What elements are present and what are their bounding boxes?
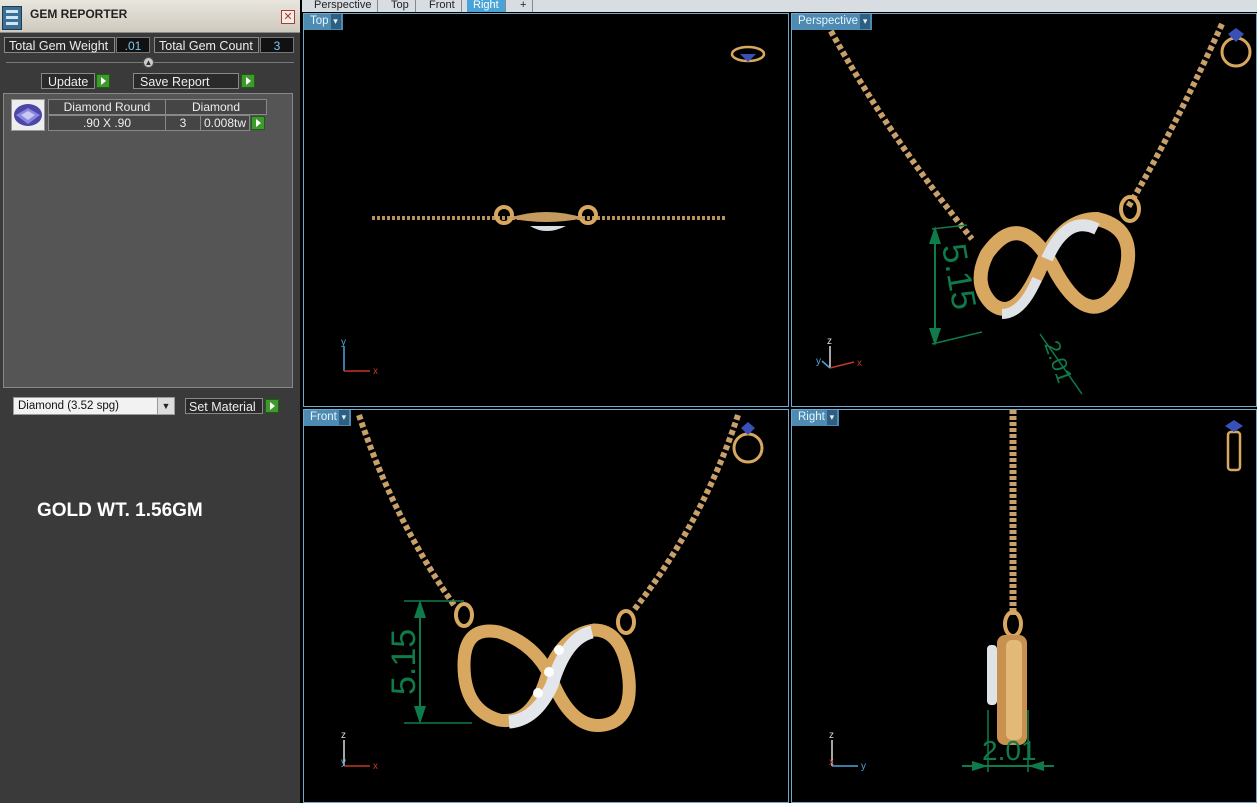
tab-top[interactable]: Top: [385, 0, 416, 12]
right-view-render: 2.01 z y x: [829, 410, 1243, 772]
top-view-render: y x: [341, 45, 766, 377]
gem-row-go-icon[interactable]: [251, 116, 265, 130]
gem-reporter-panel: GEM REPORTER ✕ Total Gem Weight .01 Tota…: [0, 0, 300, 803]
svg-text:y: y: [341, 757, 346, 768]
save-report-button[interactable]: Save Report: [133, 73, 239, 89]
viewport-perspective-label[interactable]: Perspective: [792, 14, 873, 30]
svg-text:z: z: [827, 336, 832, 347]
update-go-icon[interactable]: [96, 74, 110, 88]
svg-text:5.15: 5.15: [385, 629, 423, 695]
ring-thumbnail-icon: [730, 45, 766, 63]
svg-text:x: x: [373, 366, 378, 377]
set-material-button[interactable]: Set Material: [185, 398, 263, 414]
save-report-go-icon[interactable]: [241, 74, 255, 88]
pendant-side-thumbnail-icon: [1225, 420, 1243, 472]
tab-front[interactable]: Front: [423, 0, 462, 12]
total-gem-weight-value: .01: [116, 37, 150, 53]
set-material-go-icon[interactable]: [265, 399, 279, 413]
update-button[interactable]: Update: [41, 73, 95, 89]
gem-list: Diamond Round Diamond .90 X .90 3 0.008t…: [3, 93, 293, 388]
viewport-perspective[interactable]: 5.15 2.01 z x y Perspective: [791, 13, 1257, 407]
chevron-down-icon[interactable]: ▼: [157, 398, 174, 414]
svg-text:y: y: [341, 337, 346, 348]
svg-text:z: z: [829, 730, 834, 741]
dimension-depth-perspective: 2.01: [1039, 333, 1083, 395]
gold-weight-note: GOLD WT. 1.56GM: [37, 500, 203, 521]
view-tab-bar: Perspective Top Front Right +: [302, 0, 1257, 12]
gem-reporter-app-icon: [2, 6, 22, 30]
total-gem-weight-label: Total Gem Weight: [4, 37, 115, 53]
svg-text:2.01: 2.01: [982, 735, 1037, 766]
viewport-right[interactable]: 2.01 z y x Right: [791, 409, 1257, 803]
total-gem-count-value: 3: [260, 37, 294, 53]
perspective-view-render: 5.15 2.01 z x y: [816, 22, 1252, 395]
tab-right[interactable]: Right: [467, 0, 506, 12]
ring-thumbnail-icon: [732, 422, 764, 464]
viewport-top[interactable]: y x Top: [303, 13, 789, 407]
viewport-front[interactable]: 5.15 z x y Front: [303, 409, 789, 803]
svg-text:y: y: [816, 356, 821, 367]
svg-text:z: z: [341, 730, 346, 741]
dimension-height-perspective: 5.15: [929, 224, 983, 346]
round-diamond-icon: [11, 99, 45, 131]
viewport-front-label[interactable]: Front: [304, 410, 351, 426]
svg-text:x: x: [829, 757, 834, 768]
axis-gizmo-right: z y x: [829, 730, 866, 772]
front-view-render: 5.15 z x y: [341, 414, 764, 772]
material-select-value: Diamond (3.52 spg): [18, 400, 119, 412]
svg-text:y: y: [861, 761, 866, 772]
collapse-handle-icon[interactable]: ▲: [143, 57, 154, 68]
svg-text:5.15: 5.15: [934, 241, 983, 313]
svg-text:x: x: [373, 761, 378, 772]
material-select[interactable]: Diamond (3.52 spg) ▼: [13, 397, 175, 415]
svg-text:x: x: [857, 358, 862, 369]
viewport-right-label[interactable]: Right: [792, 410, 839, 426]
axis-gizmo-perspective: z x y: [816, 336, 862, 369]
tab-perspective[interactable]: Perspective: [308, 0, 379, 12]
gem-weight-cell: 0.008tw: [200, 115, 250, 131]
ring-thumbnail-icon: [1220, 28, 1252, 68]
axis-gizmo-top: y x: [341, 337, 378, 377]
panel-title: GEM REPORTER: [30, 7, 128, 21]
panel-titlebar: GEM REPORTER ✕: [0, 0, 300, 33]
axis-gizmo-front: z x y: [341, 730, 378, 772]
gem-size-cell: .90 X .90: [48, 115, 166, 131]
add-view-tab[interactable]: +: [514, 0, 534, 12]
gem-count-cell: 3: [165, 115, 201, 131]
gem-shape-cell: Diamond Round: [48, 99, 166, 115]
close-icon[interactable]: ✕: [281, 10, 295, 24]
gem-material-cell: Diamond: [165, 99, 267, 115]
total-gem-count-label: Total Gem Count: [154, 37, 259, 53]
svg-text:2.01: 2.01: [1039, 337, 1077, 386]
viewport-top-label[interactable]: Top: [304, 14, 343, 30]
